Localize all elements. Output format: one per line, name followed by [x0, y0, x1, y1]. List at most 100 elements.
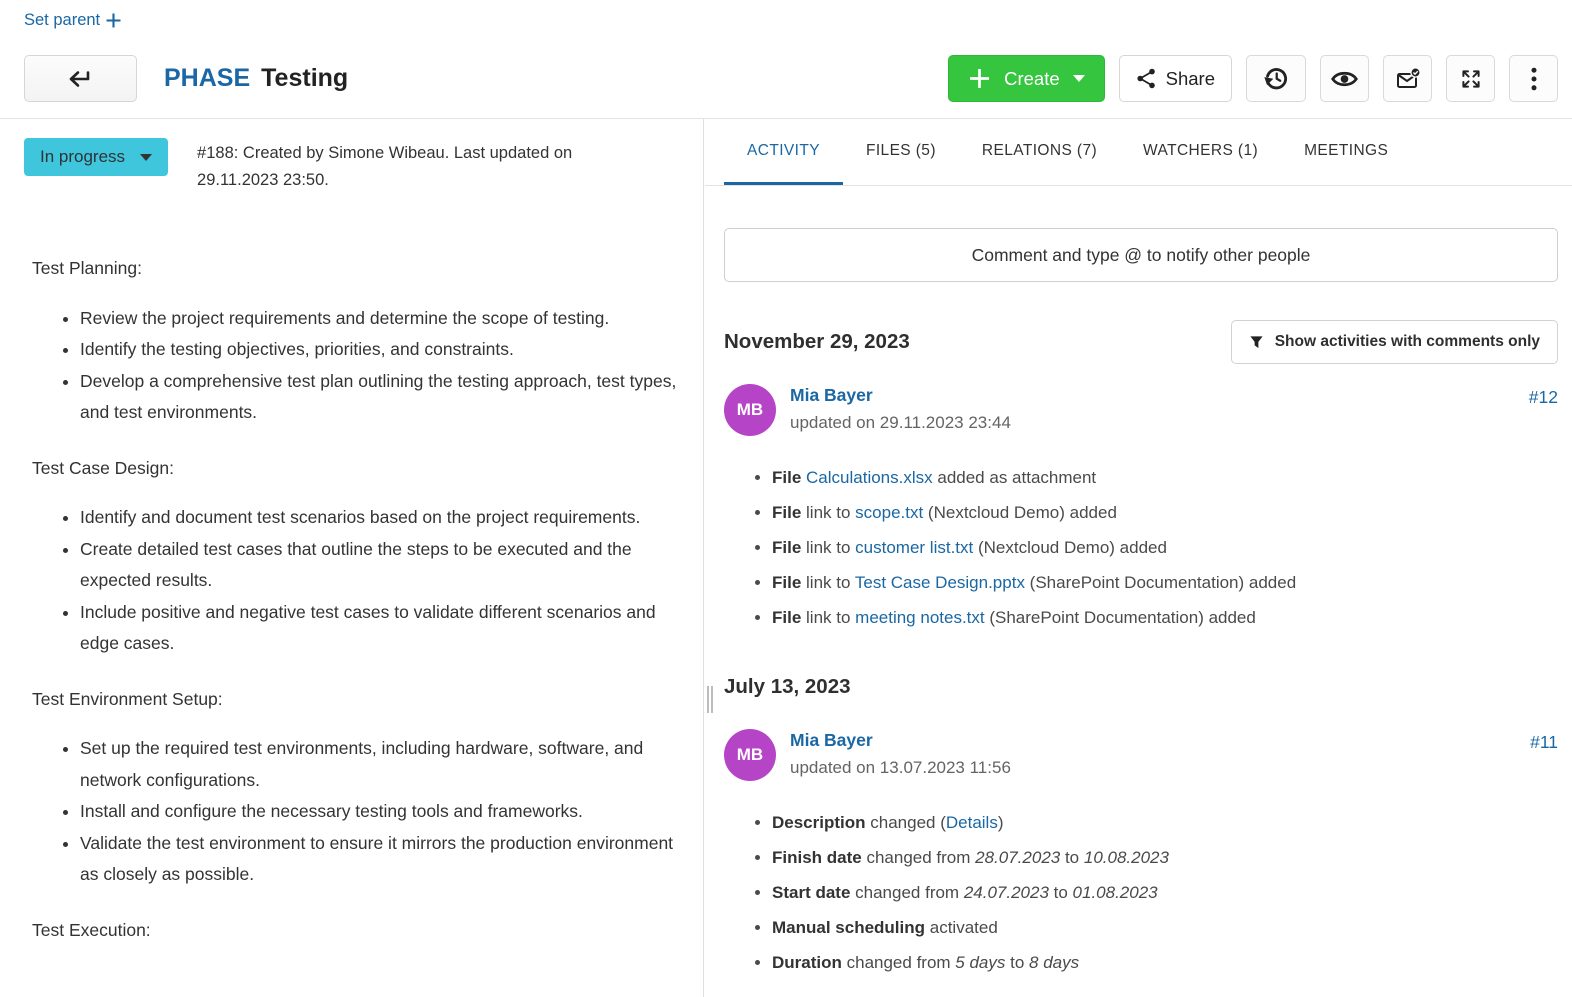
panel-resize-handle[interactable] [707, 686, 716, 713]
description-bullet: Identify the testing objectives, priorit… [80, 334, 677, 366]
envelope-check-icon [1395, 67, 1421, 91]
watch-button[interactable] [1320, 55, 1369, 102]
plus-icon [105, 12, 122, 29]
activity-group-header: July 13, 2023 [724, 665, 1558, 709]
create-button[interactable]: Create [948, 55, 1105, 102]
change-value: 5 days [955, 953, 1005, 972]
back-arrow-icon [67, 68, 94, 89]
user-link[interactable]: Mia Bayer [790, 385, 873, 406]
eye-icon [1331, 70, 1358, 88]
more-button[interactable] [1509, 55, 1558, 102]
description: Test Planning: Review the project require… [24, 253, 677, 946]
share-icon [1136, 68, 1157, 89]
mark-notifications-read-button[interactable] [1383, 55, 1432, 102]
create-button-label: Create [1004, 68, 1060, 90]
change-value: 01.08.2023 [1073, 883, 1158, 902]
work-package-meta: #188: Created by Simone Wibeau. Last upd… [197, 138, 587, 193]
activity-panel: ACTIVITYFILES (5)RELATIONS (7)WATCHERS (… [705, 119, 1572, 997]
fullscreen-button[interactable] [1446, 55, 1495, 102]
work-package-details-panel: In progress #188: Created by Simone Wibe… [0, 119, 704, 997]
description-section-heading: Test Execution: [32, 915, 677, 947]
change-item: File link to meeting notes.txt (SharePoi… [772, 600, 1558, 635]
change-attribute: File [772, 538, 801, 557]
change-link[interactable]: Details [946, 813, 998, 832]
activity-entry: MBMia Bayerupdated on 29.11.2023 23:44#1… [724, 384, 1558, 635]
kebab-menu-icon [1531, 67, 1537, 91]
change-value: 8 days [1029, 953, 1079, 972]
activity-date-heading: July 13, 2023 [724, 675, 851, 699]
change-link[interactable]: scope.txt [855, 503, 923, 522]
share-button-label: Share [1166, 68, 1215, 90]
change-attribute: Start date [772, 883, 850, 902]
change-attribute: Duration [772, 953, 842, 972]
activity-number-link[interactable]: #11 [1530, 732, 1558, 753]
set-parent-link[interactable]: Set parent [24, 11, 122, 30]
change-attribute: File [772, 468, 801, 487]
activity-groups: November 29, 2023 Show activities with co… [724, 320, 1558, 980]
share-button[interactable]: Share [1119, 55, 1232, 102]
description-bullet: Create detailed test cases that outline … [80, 534, 677, 597]
description-section-heading: Test Planning: [32, 253, 677, 285]
change-value: 24.07.2023 [964, 883, 1049, 902]
change-item: File link to scope.txt (Nextcloud Demo) … [772, 495, 1558, 530]
change-item: File link to Test Case Design.pptx (Shar… [772, 565, 1558, 600]
change-attribute: Finish date [772, 848, 862, 867]
description-bullet: Develop a comprehensive test plan outlin… [80, 366, 677, 429]
description-bullet: Include positive and negative test cases… [80, 597, 677, 660]
description-bullet-list: Set up the required test environments, i… [32, 733, 677, 891]
description-bullet: Identify and document test scenarios bas… [80, 502, 677, 534]
tab-activity[interactable]: ACTIVITY [724, 119, 843, 185]
tab-relations[interactable]: RELATIONS (7) [959, 119, 1120, 185]
change-link[interactable]: meeting notes.txt [855, 608, 984, 627]
user-link[interactable]: Mia Bayer [790, 730, 873, 751]
activity-date-heading: November 29, 2023 [724, 330, 910, 354]
tab-files[interactable]: FILES (5) [843, 119, 959, 185]
description-bullet: Review the project requirements and dete… [80, 303, 677, 335]
work-package-subject: Testing [261, 64, 348, 93]
work-package-type: PHASE [164, 64, 250, 93]
history-button[interactable] [1246, 55, 1306, 102]
description-bullet-list: Identify and document test scenarios bas… [32, 502, 677, 660]
activity-user-block: Mia Bayerupdated on 13.07.2023 11:56 [790, 729, 1011, 781]
description-section-heading: Test Case Design: [32, 453, 677, 485]
tab-meetings[interactable]: MEETINGS [1281, 119, 1411, 185]
change-attribute: File [772, 503, 801, 522]
change-link[interactable]: Test Case Design.pptx [855, 573, 1025, 592]
activity-entry-header: MBMia Bayerupdated on 29.11.2023 23:44 [724, 384, 1558, 436]
status-label: In progress [40, 147, 125, 167]
change-value: 28.07.2023 [975, 848, 1060, 867]
activity-user-block: Mia Bayer updated on 29.11.2023 23:44 [790, 384, 1011, 436]
change-list: File Calculations.xlsx added as attachme… [724, 460, 1558, 635]
activity-timestamp: updated on 29.11.2023 23:44 [790, 413, 1011, 433]
description-bullet: Set up the required test environments, i… [80, 733, 677, 796]
change-item: Start date changed from 24.07.2023 to 01… [772, 875, 1558, 910]
avatar: MB [724, 729, 776, 781]
activity-content: Comment and type @ to notify other peopl… [705, 228, 1572, 980]
change-item: Duration changed from 5 days to 8 days [772, 945, 1558, 980]
comment-input[interactable]: Comment and type @ to notify other peopl… [724, 228, 1558, 282]
activity-group-header: November 29, 2023 Show activities with co… [724, 320, 1558, 364]
change-list: Description changed (Details)Finish date… [724, 805, 1558, 980]
change-attribute: Description [772, 813, 866, 832]
page-title: PHASE Testing [164, 64, 348, 93]
filter-activities-button[interactable]: Show activities with comments only [1231, 320, 1558, 364]
change-link[interactable]: customer list.txt [855, 538, 973, 557]
change-link[interactable]: Calculations.xlsx [806, 468, 933, 487]
history-icon [1263, 65, 1290, 92]
change-item: File Calculations.xlsx added as attachme… [772, 460, 1558, 495]
change-attribute: Manual scheduling [772, 918, 925, 937]
description-bullet: Validate the test environment to ensure … [80, 828, 677, 891]
change-item: Finish date changed from 28.07.2023 to 1… [772, 840, 1558, 875]
set-parent-label: Set parent [24, 11, 100, 30]
change-value: 10.08.2023 [1084, 848, 1169, 867]
change-attribute: File [772, 573, 801, 592]
activity-number-link[interactable]: #12 [1529, 387, 1558, 408]
funnel-icon [1249, 334, 1264, 350]
activity-entry: MB Mia Bayerupdated on 13.07.2023 11:56 #1… [724, 729, 1558, 980]
tabs: ACTIVITYFILES (5)RELATIONS (7)WATCHERS (… [705, 119, 1572, 186]
work-package-page: Set parent PHASE Testing Create [0, 0, 1572, 997]
tab-watchers[interactable]: WATCHERS (1) [1120, 119, 1281, 185]
status-dropdown[interactable]: In progress [24, 138, 168, 176]
back-button[interactable] [24, 55, 137, 102]
change-item: File link to customer list.txt (Nextclou… [772, 530, 1558, 565]
